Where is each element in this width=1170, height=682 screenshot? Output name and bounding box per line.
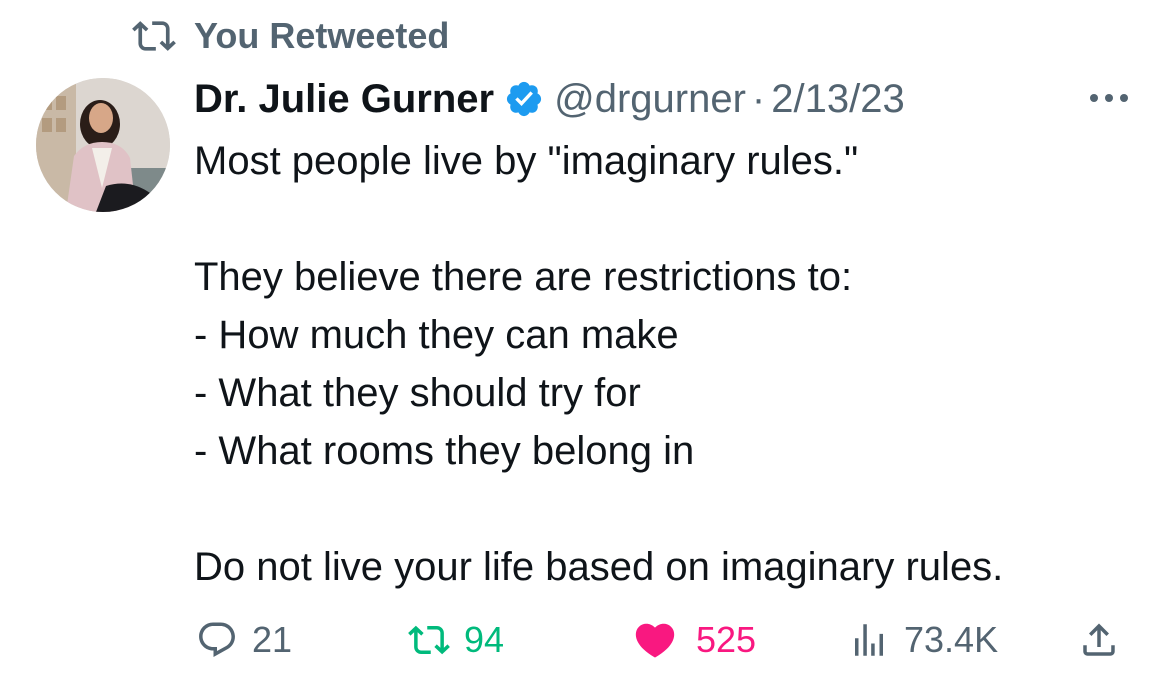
- tweet-text-line: - What they should try for: [194, 371, 641, 415]
- retweet-count: 94: [464, 619, 505, 660]
- tweet-text-line: Do not live your life based on imaginary…: [194, 545, 1004, 589]
- tweet-text-line: They believe there are restrictions to:: [194, 255, 853, 299]
- tweet-header: Dr. Julie Gurner @drgurner · 2/13/23: [194, 74, 905, 124]
- like-count: 525: [696, 619, 757, 660]
- share-button[interactable]: [1078, 612, 1120, 668]
- author-handle[interactable]: @drgurner: [554, 77, 746, 122]
- retweet-icon: [408, 625, 450, 655]
- tweet[interactable]: You Retweeted Dr. Julie Gurner @drgurner…: [0, 0, 1170, 682]
- views-count: 73.4K: [904, 619, 999, 660]
- reply-icon: [199, 622, 235, 657]
- heart-icon: [635, 623, 675, 658]
- like-button[interactable]: 525: [628, 612, 756, 668]
- social-context: You Retweeted: [132, 14, 449, 58]
- analytics-icon: [855, 624, 883, 656]
- tweet-text: Most people live by "imaginary rules." T…: [194, 132, 1144, 596]
- retweet-icon: [132, 21, 176, 51]
- social-context-text: You Retweeted: [194, 15, 450, 56]
- retweet-button[interactable]: 94: [408, 612, 504, 668]
- tweet-date[interactable]: 2/13/23: [771, 77, 904, 122]
- header-separator: ·: [751, 76, 766, 121]
- more-options-icon[interactable]: [1086, 86, 1132, 110]
- reply-count: 21: [252, 619, 293, 660]
- tweet-text-line: Most people live by "imaginary rules.": [194, 139, 859, 183]
- verified-badge-icon[interactable]: [504, 79, 544, 119]
- share-icon: [1083, 623, 1115, 656]
- avatar[interactable]: [36, 78, 170, 212]
- tweet-text-line: - How much they can make: [194, 313, 679, 357]
- reply-button[interactable]: 21: [196, 612, 292, 668]
- action-bar: 21 94 525 73.4K: [196, 612, 1136, 668]
- tweet-text-line: - What rooms they belong in: [194, 429, 695, 473]
- author-name[interactable]: Dr. Julie Gurner: [194, 77, 494, 122]
- views-button[interactable]: 73.4K: [848, 612, 998, 668]
- avatar-image: [36, 78, 170, 212]
